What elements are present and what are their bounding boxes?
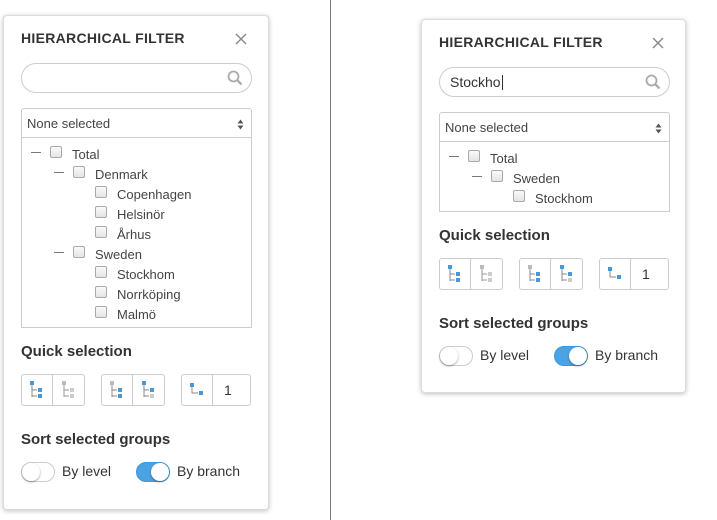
collapse-icon[interactable] — [54, 171, 64, 173]
tree-deselect-icon — [61, 381, 74, 398]
hierarchical-filter-panel-left: HIERARCHICAL FILTER None selected Total … — [3, 15, 269, 510]
tree-node[interactable]: Sweden — [54, 243, 142, 262]
tree-node[interactable]: Norrköping — [95, 283, 181, 302]
collapse-icon[interactable] — [449, 155, 459, 157]
level-icon — [190, 383, 203, 395]
select-all-descendants-button[interactable] — [21, 374, 53, 406]
checkbox[interactable] — [468, 150, 480, 162]
tree-node[interactable]: Denmark — [54, 163, 148, 182]
tree-node[interactable]: Århus — [95, 223, 151, 242]
by-branch-toggle[interactable] — [554, 346, 588, 366]
tree-deselect-icon — [479, 265, 492, 282]
checkbox[interactable] — [50, 146, 62, 158]
sort-groups-title: Sort selected groups — [21, 431, 171, 448]
panel-divider — [330, 0, 331, 520]
panel-title: HIERARCHICAL FILTER — [21, 30, 185, 46]
tree-node[interactable]: Sweden — [472, 167, 560, 186]
tree-node[interactable]: Helsinör — [95, 203, 165, 222]
deselect-all-descendants-button[interactable] — [53, 374, 85, 406]
select-children-button[interactable] — [519, 258, 551, 290]
search-input[interactable] — [21, 63, 252, 93]
checkbox[interactable] — [95, 306, 107, 318]
tree-select-icon — [30, 381, 42, 398]
tree-node[interactable]: Stockhom — [95, 263, 175, 282]
search-input[interactable]: Stockho — [439, 67, 670, 97]
tree-node[interactable]: Total — [31, 143, 99, 162]
tree-list: Total Denmark Copenhagen Helsinör Århus … — [21, 138, 252, 328]
select-level-button[interactable] — [181, 374, 213, 406]
by-level-toggle[interactable] — [21, 462, 55, 482]
by-branch-label: By branch — [177, 463, 241, 479]
by-branch-label: By branch — [595, 347, 659, 363]
checkbox[interactable] — [95, 226, 107, 238]
by-level-label: By level — [62, 463, 112, 479]
quick-selection-title: Quick selection — [21, 343, 132, 360]
checkbox[interactable] — [95, 266, 107, 278]
collapse-icon[interactable] — [31, 151, 41, 153]
text-cursor — [502, 75, 503, 90]
tree-parent-icon — [559, 265, 572, 282]
checkbox[interactable] — [95, 286, 107, 298]
tree-node[interactable]: Malmö — [95, 303, 156, 322]
sort-groups-title: Sort selected groups — [439, 315, 589, 332]
hierarchical-filter-panel-right: HIERARCHICAL FILTER Stockho None selecte… — [421, 19, 686, 393]
quick-selection-title: Quick selection — [439, 227, 550, 244]
search-icon — [227, 70, 243, 91]
level-icon — [608, 267, 621, 279]
close-icon[interactable] — [651, 36, 665, 50]
group-select[interactable]: None selected — [439, 112, 670, 142]
search-icon — [645, 74, 661, 95]
tree-parent-icon — [141, 381, 154, 398]
by-level-toggle[interactable] — [439, 346, 473, 366]
tree-node[interactable]: Copenhagen — [95, 183, 191, 202]
by-branch-toggle[interactable] — [136, 462, 170, 482]
level-number-input[interactable]: 1 — [213, 374, 251, 406]
deselect-all-descendants-button[interactable] — [471, 258, 503, 290]
tree-node[interactable]: Total — [449, 147, 517, 166]
collapse-icon[interactable] — [54, 251, 64, 253]
checkbox[interactable] — [73, 166, 85, 178]
tree-children-icon — [528, 265, 540, 282]
collapse-icon[interactable] — [472, 175, 482, 177]
close-icon[interactable] — [234, 32, 248, 46]
select-level-button[interactable] — [599, 258, 631, 290]
level-number-input[interactable]: 1 — [631, 258, 669, 290]
by-level-label: By level — [480, 347, 530, 363]
tree-node[interactable]: Stockhom — [513, 187, 593, 206]
sort-arrows-icon — [655, 121, 662, 139]
tree-children-icon — [110, 381, 122, 398]
select-parent-button[interactable] — [551, 258, 583, 290]
select-all-descendants-button[interactable] — [439, 258, 471, 290]
group-select[interactable]: None selected — [21, 108, 252, 138]
checkbox[interactable] — [95, 206, 107, 218]
checkbox[interactable] — [491, 170, 503, 182]
sort-arrows-icon — [237, 117, 244, 135]
checkbox[interactable] — [73, 246, 85, 258]
tree-select-icon — [448, 265, 460, 282]
tree-list: Total Sweden Stockhom — [439, 142, 670, 212]
select-parent-button[interactable] — [133, 374, 165, 406]
checkbox[interactable] — [95, 186, 107, 198]
checkbox[interactable] — [513, 190, 525, 202]
select-children-button[interactable] — [101, 374, 133, 406]
panel-title: HIERARCHICAL FILTER — [439, 34, 603, 50]
